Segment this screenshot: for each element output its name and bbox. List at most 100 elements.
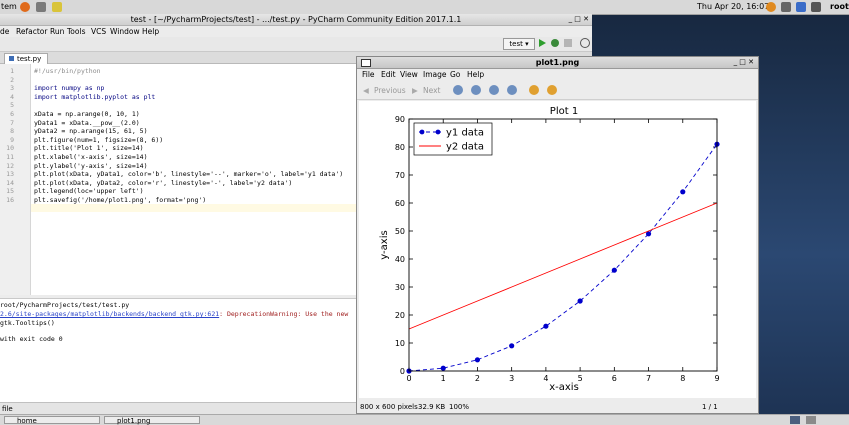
stop-icon[interactable] [564, 39, 572, 47]
image-dimensions: 800 x 600 pixels [360, 403, 418, 411]
y-tick-label: 60 [395, 199, 405, 208]
line-number: 8 [10, 127, 14, 136]
previous-button[interactable]: Previous [374, 86, 406, 95]
legend-marker-1 [419, 129, 425, 135]
series-line-2 [408, 202, 718, 330]
data-point-1 [577, 298, 583, 304]
taskbar-item-home[interactable]: home [4, 416, 100, 425]
run-icon[interactable] [539, 39, 546, 47]
window-controls-icon[interactable]: _ □ ✕ [569, 14, 589, 25]
code-line: #!/usr/bin/python [34, 67, 101, 75]
viewer-title: plot1.png [535, 58, 580, 67]
x-tick-label: 0 [406, 374, 411, 383]
menu-tools[interactable]: Tools [67, 27, 85, 36]
user-menu[interactable]: root [830, 2, 849, 11]
viewer-menu-help[interactable]: Help [467, 70, 484, 79]
zoom-fit-icon[interactable] [507, 85, 517, 95]
workspace-icon[interactable] [806, 416, 816, 424]
line-number: 15 [6, 187, 14, 196]
next-button[interactable]: Next [423, 86, 440, 95]
plot-image: Plot 1 x-axis y-axis 0 1 2 3 4 5 6 7 8 9010203040… [379, 106, 720, 393]
legend-label-2: y2 data [446, 142, 484, 153]
line-number: 16 [6, 196, 14, 204]
firefox-icon[interactable] [20, 2, 30, 12]
rotate-left-icon[interactable] [529, 85, 539, 95]
console-warning: 2.6/site-packages/matplotlib/backends/ba… [0, 310, 348, 318]
viewer-window-controls-icon[interactable]: _ □ ✕ [734, 57, 754, 68]
y-axis-label: y-axis [379, 230, 390, 259]
notes-icon[interactable] [52, 2, 62, 12]
viewer-menu-image[interactable]: Image [423, 70, 447, 79]
line-number: 7 [10, 118, 14, 127]
debug-icon[interactable] [551, 39, 559, 47]
console-warning-text: : DeprecationWarning: Use the new [219, 310, 349, 318]
tab-test-py[interactable]: test.py [4, 53, 48, 64]
data-point-1 [611, 267, 617, 273]
run-config-select[interactable]: test ▾ [503, 38, 535, 50]
zoom-out-icon[interactable] [471, 85, 481, 95]
code-line: plt.savefig('/home/plot1.png', format='p… [34, 196, 207, 204]
console-warning-link[interactable]: 2.6/site-packages/matplotlib/backends/ba… [0, 310, 219, 318]
code-line: import matplotlib.pyplot as plt [34, 92, 156, 101]
weather-icon[interactable] [766, 2, 776, 12]
x-tick-label: 1 [441, 374, 446, 383]
search-icon[interactable] [580, 38, 590, 48]
viewer-toolbar: ◀ Previous ▶ Next [357, 81, 758, 100]
current-line-highlight [31, 204, 358, 212]
y-tick-label: 0 [400, 367, 405, 376]
line-number: 2 [10, 75, 14, 84]
previous-arrow-icon[interactable]: ◀ [363, 86, 369, 95]
run-console[interactable]: root/PycharmProjects/test/test.py 2.6/si… [0, 298, 358, 403]
menu-run[interactable]: Run [50, 27, 64, 36]
menu-refactor[interactable]: Refactor [16, 27, 47, 36]
code-line: import numpy as np [34, 84, 105, 93]
settings-icon[interactable] [36, 2, 46, 12]
data-point-1 [474, 357, 481, 363]
menu-window[interactable]: Window [110, 27, 140, 36]
viewer-menu-go[interactable]: Go [450, 70, 460, 79]
line-number: 9 [10, 135, 14, 144]
line-number: 13 [6, 170, 14, 179]
x-tick-label: 6 [612, 374, 617, 383]
x-tick-label: 3 [509, 374, 514, 383]
top-panel: tem Thu Apr 20, 16:07 root [0, 0, 849, 15]
network-icon[interactable] [811, 2, 821, 12]
applications-menu[interactable]: tem [1, 2, 17, 11]
clock[interactable]: Thu Apr 20, 16:07 [697, 2, 769, 11]
line-number: 10 [6, 144, 14, 153]
zoom-in-icon[interactable] [453, 85, 463, 95]
viewer-menu-file[interactable]: File [362, 70, 375, 79]
line-number: 1 [10, 67, 14, 75]
viewer-menu-edit[interactable]: Edit [381, 70, 396, 79]
x-axis-label: x-axis [549, 382, 579, 393]
menu-help[interactable]: Help [142, 27, 159, 36]
taskbar-item-plot[interactable]: plot1.png [104, 416, 200, 425]
y-tick-label: 30 [395, 283, 405, 292]
code-line: plt.ylabel('y-axis', size=14) [34, 161, 148, 170]
code-line: yData1 = xData.__pow__(2.0) [34, 118, 140, 127]
viewer-menu-view[interactable]: View [400, 70, 418, 79]
volume-icon[interactable] [781, 2, 791, 12]
viewer-titlebar: plot1.png _ □ ✕ [357, 57, 758, 69]
x-tick-label: 8 [680, 374, 685, 383]
viewer-app-icon [361, 59, 371, 67]
console-command: root/PycharmProjects/test/test.py [0, 301, 130, 309]
data-point-1 [509, 343, 515, 349]
x-tick-label: 7 [646, 374, 651, 383]
next-arrow-icon[interactable]: ▶ [412, 86, 418, 95]
code-editor[interactable]: 1 #!/usr/bin/python 2 3 import numpy as np 4 i… [0, 64, 358, 295]
code-line: plt.plot(xData, yData2, color='r', lines… [34, 178, 293, 187]
code-line: plt.title('Plot 1', size=14) [34, 144, 144, 153]
status-text: file [2, 405, 13, 413]
zoom-normal-icon[interactable] [489, 85, 499, 95]
menu-code[interactable]: de [0, 27, 9, 36]
workspace-switcher-icon[interactable] [790, 416, 800, 424]
image-zoom: 100% [449, 403, 470, 411]
bluetooth-icon[interactable] [796, 2, 806, 12]
rotate-right-icon[interactable] [547, 85, 557, 95]
image-filesize: 32.9 KB [418, 403, 446, 411]
code-line: plt.plot(xData, yData1, color='b', lines… [34, 170, 344, 179]
taskbar: home plot1.png [0, 414, 849, 425]
menu-vcs[interactable]: VCS [91, 27, 106, 36]
tab-label: test.py [17, 55, 42, 63]
